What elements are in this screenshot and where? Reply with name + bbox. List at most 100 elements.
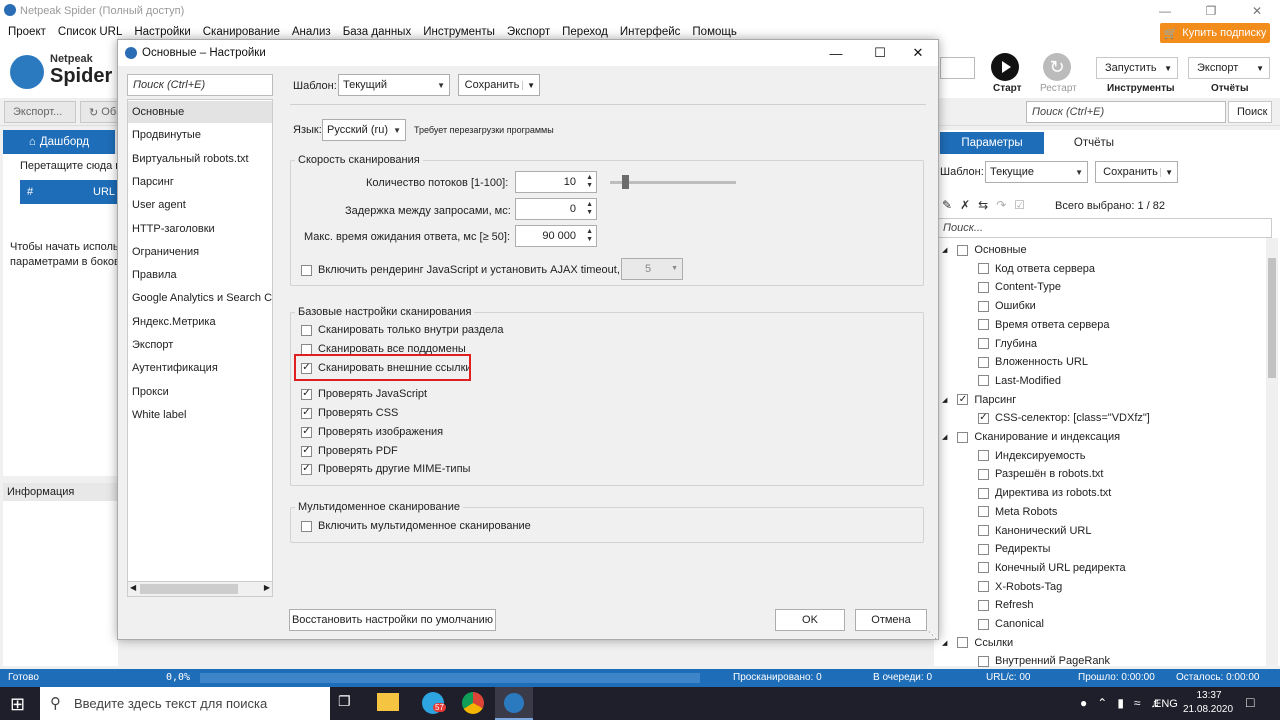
tree-item[interactable]: Content-Type	[978, 281, 1061, 293]
minimize-icon[interactable]: —	[1142, 0, 1188, 21]
menu-item[interactable]: Список URL	[52, 26, 128, 38]
resize-grip-icon[interactable]: ⋱	[928, 630, 937, 641]
checkbox-box[interactable]	[978, 281, 989, 293]
checkbox-box[interactable]	[978, 412, 989, 424]
scan-option-checkbox[interactable]: Проверять CSS	[301, 407, 398, 419]
tree-item[interactable]: Meta Robots	[978, 506, 1057, 518]
tree-group[interactable]: ◢ Основные	[942, 244, 1027, 256]
scan-option-checkbox[interactable]: Проверять изображения	[301, 426, 443, 438]
settings-nav-item[interactable]: Правила	[128, 264, 272, 286]
settings-nav-item[interactable]: Экспорт	[128, 334, 272, 356]
save-template-button[interactable]: Сохранить ▼	[458, 74, 540, 96]
checkbox-box[interactable]	[978, 319, 989, 331]
ajax-timeout-select[interactable]: 5 ▼	[621, 258, 683, 280]
checkbox-box[interactable]	[978, 581, 989, 593]
checkbox-box[interactable]	[978, 263, 989, 275]
multidomain-checkbox[interactable]: Включить мультидоменное сканирование	[301, 520, 531, 532]
spinner-arrows-icon[interactable]: ▲ ▼	[586, 174, 593, 190]
settings-nav-item[interactable]: Виртуальный robots.txt	[128, 148, 272, 170]
parameters-search-input[interactable]: Поиск...	[938, 218, 1272, 238]
tree-group[interactable]: ◢ Парсинг	[942, 394, 1016, 406]
menu-item[interactable]: Проект	[2, 26, 52, 38]
tab-dashboard[interactable]: ⌂ Дашборд	[3, 130, 115, 154]
chrome-icon[interactable]	[462, 692, 484, 714]
tree-item[interactable]: Канонический URL	[978, 525, 1091, 537]
nav-scroll-thumb[interactable]	[140, 584, 238, 594]
checkbox-box[interactable]	[978, 525, 989, 536]
settings-search-input[interactable]: Поиск (Ctrl+E)	[127, 74, 273, 96]
threads-slider-thumb[interactable]	[622, 175, 629, 189]
tab-parameters[interactable]: Параметры	[940, 132, 1044, 154]
right-template-select[interactable]: Текущие ▼	[985, 161, 1088, 183]
menu-item[interactable]: Сканирование	[197, 26, 286, 38]
tree-item[interactable]: Глубина	[978, 338, 1037, 350]
tree-item[interactable]: X-Robots-Tag	[978, 581, 1062, 593]
menu-item[interactable]: Экспорт	[501, 26, 556, 38]
tree-item[interactable]: Canonical	[978, 618, 1044, 630]
tree-group[interactable]: ◢ Ссылки	[942, 637, 1013, 649]
scan-option-checkbox[interactable]: Проверять JavaScript	[301, 388, 427, 400]
expand-arrow-icon[interactable]: ◢	[942, 639, 947, 647]
swap-icon[interactable]: ⇆	[978, 198, 996, 212]
checkbox-box[interactable]	[978, 655, 989, 667]
telegram-icon[interactable]: 57	[422, 692, 446, 714]
spinner-arrows-icon[interactable]: ▲ ▼	[586, 228, 593, 244]
checkbox-box[interactable]	[978, 618, 989, 630]
tree-item[interactable]: Индексируемость	[978, 450, 1086, 462]
restore-icon[interactable]: ❐	[1188, 0, 1234, 21]
checkbox-box[interactable]	[978, 599, 989, 611]
checkbox-box[interactable]	[978, 356, 989, 368]
timeout-input[interactable]: 90 000 ▲ ▼	[515, 225, 597, 247]
settings-nav-item[interactable]: White label	[128, 404, 272, 426]
js-render-checkbox[interactable]: Включить рендеринг JavaScript и установи…	[301, 264, 631, 276]
scroll-right-icon[interactable]: ▶	[264, 583, 270, 592]
checkbox-box[interactable]	[978, 450, 989, 462]
nav-horizontal-scrollbar[interactable]: ◀ ▶	[127, 581, 273, 597]
threads-input[interactable]: 10 ▲ ▼	[515, 171, 597, 193]
taskbar-search[interactable]: ⚲ Введите здесь текст для поиска	[40, 687, 330, 720]
main-search-input[interactable]: Поиск (Ctrl+E)	[1026, 101, 1226, 123]
checkbox-box[interactable]	[957, 394, 969, 406]
spinner-arrows-icon[interactable]: ▲ ▼	[586, 201, 593, 217]
clock-date[interactable]: 21.08.2020	[1183, 704, 1233, 715]
checkbox-box[interactable]	[978, 487, 989, 499]
checkbox-box[interactable]	[301, 463, 312, 475]
checkbox-box[interactable]	[978, 506, 989, 518]
checkbox-box[interactable]	[957, 431, 969, 443]
tree-item[interactable]: Last-Modified	[978, 375, 1061, 387]
language-indicator[interactable]: ENG	[1154, 698, 1178, 710]
collapse-icon[interactable]: ✗	[960, 198, 978, 212]
tree-group[interactable]: ◢ Сканирование и индексация	[942, 431, 1120, 443]
checkbox-box[interactable]	[301, 445, 312, 457]
language-select[interactable]: Русский (ru) ▼	[322, 119, 406, 141]
restore-defaults-button[interactable]: Восстановить настройки по умолчанию	[289, 609, 496, 631]
redo-icon[interactable]: ↷	[996, 198, 1014, 212]
expand-arrow-icon[interactable]: ◢	[942, 246, 947, 254]
checkbox-box[interactable]	[301, 426, 312, 438]
checkbox-box[interactable]	[301, 324, 312, 336]
checkbox-box[interactable]	[301, 407, 312, 419]
battery-icon[interactable]: ▮	[1117, 696, 1134, 710]
delay-input[interactable]: 0 ▲ ▼	[515, 198, 597, 220]
menu-item[interactable]: Переход	[556, 26, 614, 38]
settings-nav-item[interactable]: User agent	[128, 194, 272, 216]
checkbox-box[interactable]	[957, 244, 969, 256]
checkbox-box[interactable]	[978, 375, 989, 387]
parameters-scroll-thumb[interactable]	[1268, 258, 1276, 378]
close-icon[interactable]: ✕	[898, 40, 938, 66]
menu-item[interactable]: Инструменты	[417, 26, 501, 38]
close-icon[interactable]: ✕	[1234, 0, 1280, 21]
task-view-icon[interactable]: ❐	[338, 693, 358, 713]
url-input-tail[interactable]	[940, 57, 975, 79]
right-save-button[interactable]: Сохранить ▼	[1095, 161, 1178, 183]
start-icon[interactable]	[991, 53, 1019, 81]
settings-nav-item[interactable]: Яндекс.Метрика	[128, 311, 272, 333]
checkbox-box[interactable]	[301, 520, 312, 532]
restart-icon[interactable]: ↻	[1043, 53, 1071, 81]
windows-start-icon[interactable]: ⊞	[10, 694, 30, 714]
tree-item[interactable]: CSS-селектор: [class="VDXfz"]	[978, 412, 1150, 424]
tree-item[interactable]: Код ответа сервера	[978, 263, 1095, 275]
clock-time[interactable]: 13:37	[1192, 690, 1226, 701]
checkbox-box[interactable]	[978, 300, 989, 312]
settings-nav-item[interactable]: Аутентификация	[128, 357, 272, 379]
